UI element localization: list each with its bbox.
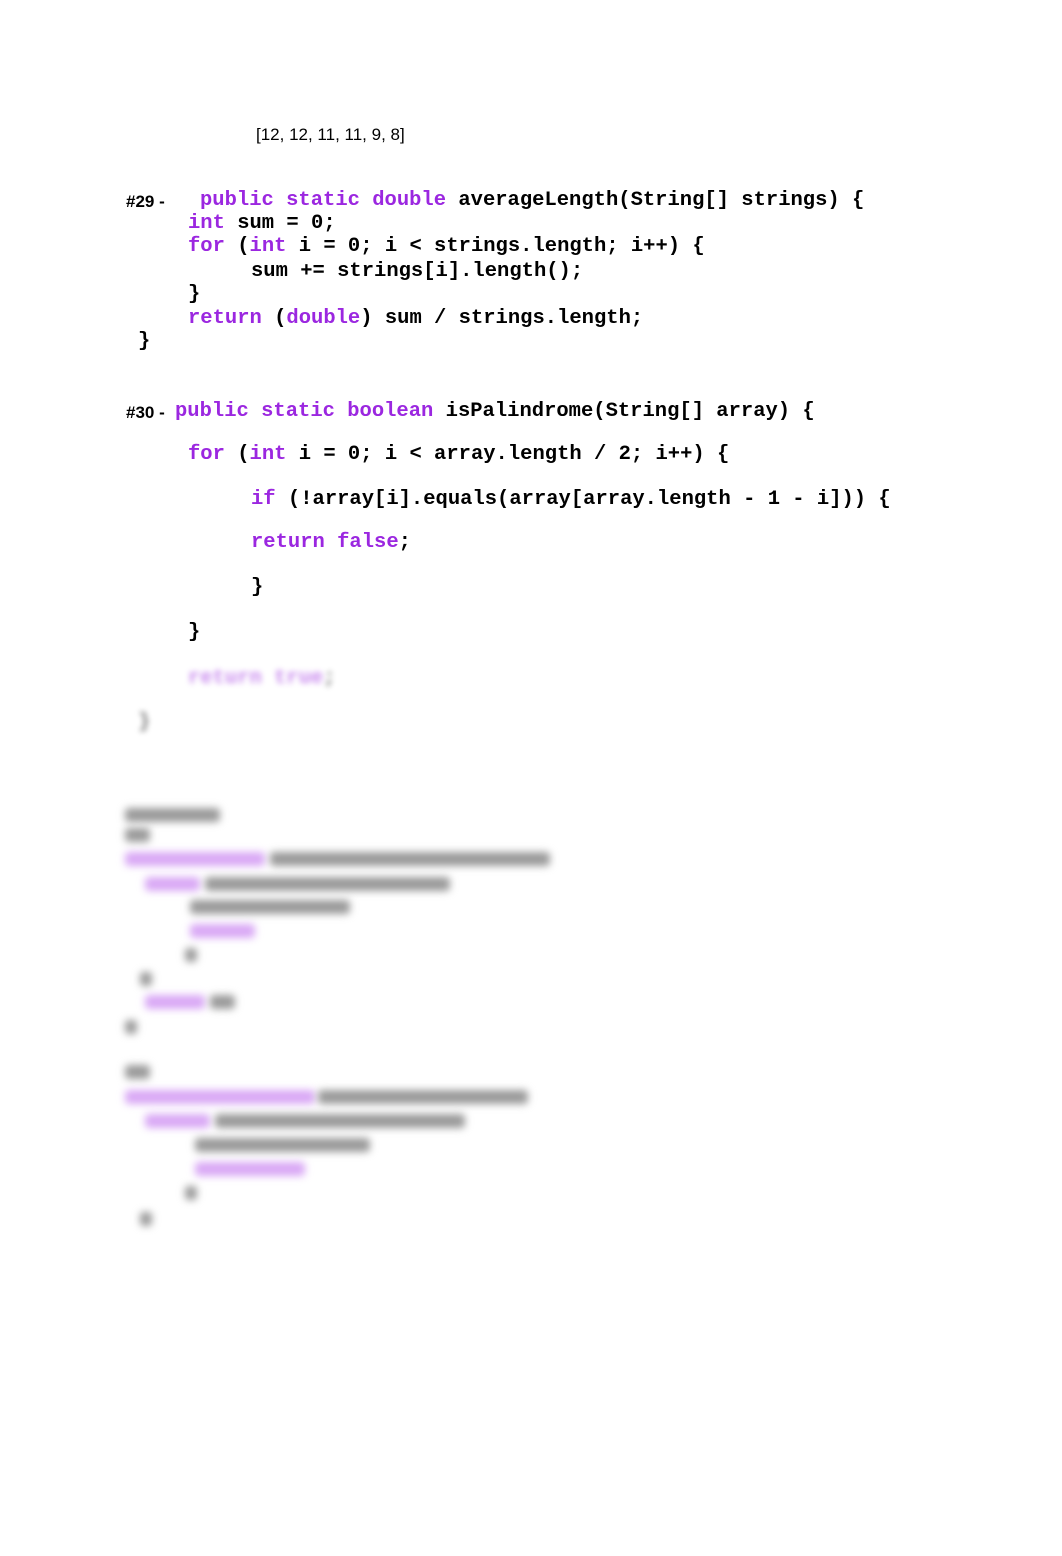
code-line: for (int i = 0; i < array.length / 2; i+…: [188, 443, 729, 467]
code-line: int sum = 0;: [188, 212, 336, 236]
code-line: for (int i = 0; i < strings.length; i++)…: [188, 235, 705, 259]
code-line: if (!array[i].equals(array[array.length …: [251, 488, 891, 512]
code-keyword: return false: [251, 531, 399, 554]
code-text: }: [251, 576, 264, 599]
code-keyword: return true: [188, 667, 324, 690]
code-keyword: int: [188, 212, 225, 235]
code-text: (: [224, 443, 250, 466]
code-text: sum = 0;: [224, 212, 336, 235]
code-line: }: [138, 330, 150, 354]
code-line: return (double) sum / strings.length;: [188, 307, 643, 331]
code-keyword: return: [188, 307, 262, 330]
code-line: }: [251, 576, 263, 600]
code-text: }: [188, 621, 201, 644]
code-line: return true;: [188, 667, 336, 691]
code-text: isPalindrome(String[] array) {: [445, 400, 815, 423]
code-text: }: [188, 283, 201, 306]
code-text: i = 0; i < strings.length; i++) {: [286, 235, 705, 258]
array-output: [12, 12, 11, 11, 9, 8]: [256, 125, 405, 144]
code-keyword: double: [286, 307, 361, 330]
code-text: i = 0; i < array.length / 2; i++) {: [286, 443, 730, 466]
code-keyword: for: [188, 235, 225, 258]
code-keyword: int: [249, 235, 287, 258]
code-keyword: public static double: [200, 189, 459, 212]
code-text: }: [138, 711, 151, 734]
code-keyword: public static boolean: [175, 400, 446, 423]
code-text: (!array[i].equals(array[array.length - 1…: [275, 488, 891, 511]
code-line: return false;: [251, 531, 411, 555]
code-text: (: [224, 235, 250, 258]
question-29-label: #29 -: [126, 192, 165, 211]
code-line: sum += strings[i].length();: [251, 260, 583, 284]
code-line: }: [188, 283, 200, 307]
code-keyword: int: [249, 443, 287, 466]
code-keyword: for: [188, 443, 225, 466]
code-line: }: [138, 711, 150, 735]
code-text: ;: [323, 667, 336, 690]
code-line: }: [188, 621, 200, 645]
code-text: sum += strings[i].length();: [251, 260, 584, 283]
code-text: averageLength(String[] strings) {: [458, 189, 865, 212]
code-text: ) sum / strings.length;: [360, 307, 644, 330]
code-text: ;: [398, 531, 411, 554]
code-text: }: [138, 330, 151, 353]
code-line: public static boolean isPalindrome(Strin…: [175, 400, 815, 424]
code-text: (: [261, 307, 287, 330]
question-30-label: #30 -: [126, 403, 165, 422]
code-keyword: if: [251, 488, 276, 511]
code-line: public static double averageLength(Strin…: [200, 189, 864, 213]
